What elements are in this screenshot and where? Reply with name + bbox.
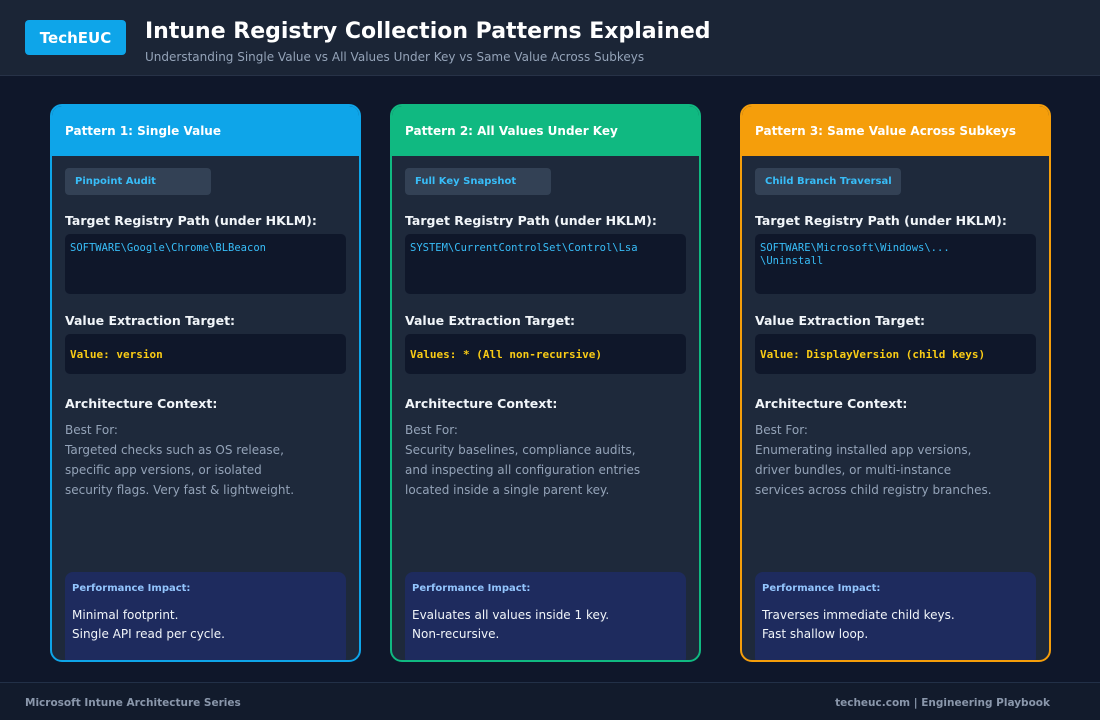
description-line: Best For: — [405, 423, 458, 437]
performance-line: Evaluates all values inside 1 key. — [412, 608, 610, 622]
description-line: and inspecting all configuration entries — [405, 463, 641, 477]
value-target-box: Values: * (All non-recursive) — [405, 334, 686, 374]
card-header: Pattern 1: Single Value — [52, 106, 359, 156]
description-line: security flags. Very fast & lightweight. — [65, 483, 295, 497]
description-line: services across child registry branches. — [755, 483, 992, 497]
path-label: Target Registry Path (under HKLM): — [405, 213, 657, 228]
performance-line: Minimal footprint. — [72, 608, 179, 622]
value-target: Value: DisplayVersion (child keys) — [760, 347, 986, 361]
registry-path-line: SOFTWARE\Google\Chrome\BLBeacon — [70, 242, 266, 254]
footer-credit: techeuc.com | Engineering Playbook — [835, 697, 1050, 709]
page-footer: Microsoft Intune Architecture Series tec… — [0, 682, 1100, 720]
context-label: Architecture Context: — [405, 396, 558, 411]
pattern-card-all-values: Pattern 2: All Values Under Key Full Key… — [390, 104, 701, 662]
card-tag: Child Branch Traversal — [755, 168, 901, 195]
performance-line: Non-recursive. — [412, 627, 500, 641]
registry-path-box: SOFTWARE\Google\Chrome\BLBeacon — [65, 234, 346, 294]
description-line: specific app versions, or isolated — [65, 463, 262, 477]
pattern-card-single-value: Pattern 1: Single Value Pinpoint Audit T… — [50, 104, 361, 662]
value-target-box: Value: version — [65, 334, 346, 374]
registry-path-box: SYSTEM\CurrentControlSet\Control\Lsa — [405, 234, 686, 294]
description-line: driver bundles, or multi-instance — [755, 463, 952, 477]
description-line: Enumerating installed app versions, — [755, 443, 972, 457]
performance-title: Performance Impact: — [762, 583, 881, 594]
card-tag: Full Key Snapshot — [405, 168, 551, 195]
performance-panel: Performance Impact: Evaluates all values… — [405, 572, 686, 660]
description-line: located inside a single parent key. — [405, 483, 610, 497]
value-label: Value Extraction Target: — [755, 313, 926, 328]
pattern-card-subkeys: Pattern 3: Same Value Across Subkeys Chi… — [740, 104, 1051, 662]
card-header: Pattern 3: Same Value Across Subkeys — [742, 106, 1049, 156]
description-line: Best For: — [65, 423, 118, 437]
context-label: Architecture Context: — [65, 396, 218, 411]
page-subtitle: Understanding Single Value vs All Values… — [145, 50, 645, 64]
path-label: Target Registry Path (under HKLM): — [755, 213, 1007, 228]
brand-logo: TechEUC — [25, 20, 126, 55]
description-line: Best For: — [755, 423, 808, 437]
value-target: Value: version — [70, 347, 163, 361]
performance-panel: Performance Impact: Minimal footprint. S… — [65, 572, 346, 660]
description-line: Security baselines, compliance audits, — [405, 443, 636, 457]
value-label: Value Extraction Target: — [65, 313, 236, 328]
registry-path-line: \Uninstall — [760, 255, 824, 267]
description-line: Targeted checks such as OS release, — [65, 443, 284, 457]
performance-title: Performance Impact: — [412, 583, 531, 594]
context-label: Architecture Context: — [755, 396, 908, 411]
context-description: Best For: Security baselines, compliance… — [405, 420, 695, 500]
performance-line: Fast shallow loop. — [762, 627, 869, 641]
footer-series: Microsoft Intune Architecture Series — [25, 697, 241, 709]
page-title: Intune Registry Collection Patterns Expl… — [145, 19, 711, 44]
value-target-box: Value: DisplayVersion (child keys) — [755, 334, 1036, 374]
card-tag: Pinpoint Audit — [65, 168, 211, 195]
context-description: Best For: Targeted checks such as OS rel… — [65, 420, 355, 500]
registry-path-line: SOFTWARE\Microsoft\Windows\... — [760, 242, 950, 254]
path-label: Target Registry Path (under HKLM): — [65, 213, 317, 228]
value-target: Values: * (All non-recursive) — [410, 347, 603, 361]
performance-line: Traverses immediate child keys. — [762, 608, 955, 622]
registry-path-box: SOFTWARE\Microsoft\Windows\... \Uninstal… — [755, 234, 1036, 294]
context-description: Best For: Enumerating installed app vers… — [755, 420, 1045, 500]
performance-panel: Performance Impact: Traverses immediate … — [755, 572, 1036, 660]
value-label: Value Extraction Target: — [405, 313, 576, 328]
performance-title: Performance Impact: — [72, 583, 191, 594]
card-header: Pattern 2: All Values Under Key — [392, 106, 699, 156]
page-header: TechEUC Intune Registry Collection Patte… — [0, 0, 1100, 76]
registry-path-line: SYSTEM\CurrentControlSet\Control\Lsa — [410, 242, 638, 254]
performance-line: Single API read per cycle. — [72, 627, 225, 641]
